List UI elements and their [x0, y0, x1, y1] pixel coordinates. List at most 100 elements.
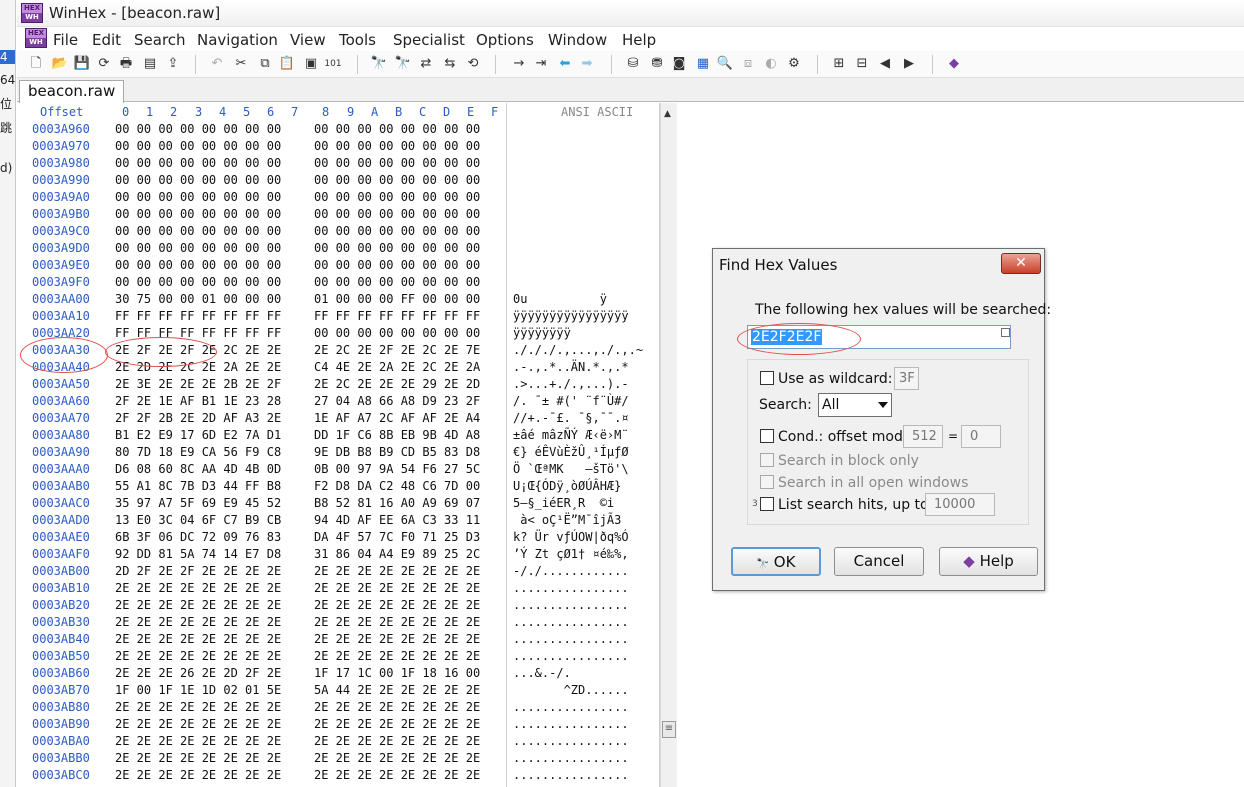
hex-row[interactable]: 0003AB50 2E 2E 2E 2E 2E 2E 2E 2E 2E 2E 2E …: [17, 648, 660, 665]
help-book-icon[interactable]: ◆: [945, 55, 963, 73]
hex-row[interactable]: 0003A9F0 00 00 00 00 00 00 00 00 00 00 00 …: [17, 274, 660, 291]
forward-icon[interactable]: ➡: [578, 55, 596, 73]
menu-view[interactable]: View: [290, 31, 326, 49]
hex-row[interactable]: 0003AB70 1F 00 1F 1E 1D 02 01 5E 5A 44 2E …: [17, 682, 660, 699]
list-hits-checkbox[interactable]: [760, 497, 774, 511]
input-history-button[interactable]: [1001, 328, 1010, 337]
hex-row[interactable]: 0003AA20 FF FF FF FF FF FF FF FF 00 00 00 …: [17, 325, 660, 342]
print-icon[interactable]: 🖶: [117, 55, 135, 73]
menu-file[interactable]: File: [53, 31, 78, 49]
hex-row[interactable]: 0003A9E0 00 00 00 00 00 00 00 00 00 00 00 …: [17, 257, 660, 274]
menu-window[interactable]: Window: [548, 31, 607, 49]
hex-row[interactable]: 0003AAC0 35 97 A7 5F 69 E9 45 52 B8 52 81 …: [17, 495, 660, 512]
cut-icon[interactable]: ✂: [232, 55, 250, 73]
menu-tools[interactable]: Tools: [339, 31, 376, 49]
hex-row[interactable]: 0003A970 00 00 00 00 00 00 00 00 00 00 00 …: [17, 138, 660, 155]
replace-text-icon[interactable]: ⇄: [417, 55, 435, 73]
hex-row[interactable]: 0003AB00 2D 2F 2E 2F 2E 2E 2E 2E 2E 2E 2E …: [17, 563, 660, 580]
hex-row[interactable]: 0003AA50 2E 3E 2E 2E 2E 2B 2E 2F 2E 2C 2E …: [17, 376, 660, 393]
hex-editor-view[interactable]: Offset 0 1 2 3 4 5 6 7 8 9 A B C D E F A…: [17, 103, 660, 787]
hex-row[interactable]: 0003AB60 2E 2E 2E 26 2E 2D 2F 2E 1F 17 1C …: [17, 665, 660, 682]
cond-offset-checkbox[interactable]: [760, 429, 774, 443]
cancel-button[interactable]: Cancel: [834, 547, 924, 576]
binary-icon[interactable]: 101: [324, 55, 342, 73]
hex-row[interactable]: 0003A9D0 00 00 00 00 00 00 00 00 00 00 00 …: [17, 240, 660, 257]
hex-row[interactable]: 0003AA60 2F 2E 1E AF B1 1E 23 28 27 04 A8 …: [17, 393, 660, 410]
hex-row[interactable]: 0003A9C0 00 00 00 00 00 00 00 00 00 00 00 …: [17, 223, 660, 240]
back-icon[interactable]: ⬅: [556, 55, 574, 73]
ok-button[interactable]: 🔭 OK: [731, 547, 821, 576]
grid-icon[interactable]: ⊞: [830, 55, 848, 73]
hex-row[interactable]: 0003AB10 2E 2E 2E 2E 2E 2E 2E 2E 2E 2E 2E …: [17, 580, 660, 597]
menu-search[interactable]: Search: [134, 31, 186, 49]
go-to-sector-icon[interactable]: ⇥: [532, 55, 550, 73]
replace-hex-icon[interactable]: ⇆: [441, 55, 459, 73]
copy-icon[interactable]: ⧉: [256, 55, 274, 73]
hex-row[interactable]: 0003AA40 2E 2D 2E 2C 2E 2A 2E 2E C4 4E 2E …: [17, 359, 660, 376]
wildcard-field[interactable]: 3F: [894, 367, 919, 390]
hash-icon[interactable]: ◐: [762, 55, 780, 73]
menu-edit[interactable]: Edit: [92, 31, 121, 49]
save-icon[interactable]: 💾: [73, 55, 91, 73]
hex-row[interactable]: 0003AAD0 13 E0 3C 04 6F C7 B9 CB 94 4D AF …: [17, 512, 660, 529]
calculator-icon[interactable]: ▦: [694, 55, 712, 73]
disk-tool-icon[interactable]: ◙: [670, 55, 688, 73]
properties-icon[interactable]: ▤: [141, 55, 159, 73]
clone-disk-icon[interactable]: ⛃: [648, 55, 666, 73]
new-file-icon[interactable]: 🗋: [27, 55, 45, 73]
hex-row[interactable]: 0003AA80 B1 E2 E9 17 6D E2 7A D1 DD 1F C6 …: [17, 427, 660, 444]
menu-options[interactable]: Options: [476, 31, 534, 49]
hex-row[interactable]: 0003ABC0 2E 2E 2E 2E 2E 2E 2E 2E 2E 2E 2E …: [17, 767, 660, 784]
tab-beacon-raw[interactable]: beacon.raw: [19, 80, 125, 103]
hex-row[interactable]: 0003AA90 80 7D 18 E9 CA 56 F9 C8 9E DB B8 …: [17, 444, 660, 461]
hex-row[interactable]: 0003AA70 2F 2F 2B 2E 2D AF A3 2E 1E AF A7 …: [17, 410, 660, 427]
offset-mod-field[interactable]: 512: [903, 425, 943, 448]
hex-row[interactable]: 0003AAA0 D6 08 60 8C AA 4D 4B 0D 0B 00 97 …: [17, 461, 660, 478]
search-scope-select[interactable]: All: [818, 393, 892, 417]
hex-row[interactable]: 0003A990 00 00 00 00 00 00 00 00 00 00 00 …: [17, 172, 660, 189]
analyze-icon[interactable]: 🔍: [716, 55, 734, 73]
hex-row[interactable]: 0003AA00 30 75 00 00 01 00 00 00 01 00 00 …: [17, 291, 660, 308]
hex-row[interactable]: 0003A9A0 00 00 00 00 00 00 00 00 00 00 00 …: [17, 189, 660, 206]
gear-icon[interactable]: ⚙: [785, 55, 803, 73]
prev-marker-icon[interactable]: ◀: [876, 55, 894, 73]
find-text-icon[interactable]: 🔭: [370, 55, 388, 73]
open-file-icon[interactable]: 📂: [51, 55, 69, 73]
block-only-checkbox[interactable]: [760, 453, 774, 467]
execute-icon[interactable]: ⇪: [164, 55, 182, 73]
hex-row[interactable]: 0003AB30 2E 2E 2E 2E 2E 2E 2E 2E 2E 2E 2E …: [17, 614, 660, 631]
write-clipboard-icon[interactable]: ▣: [302, 55, 320, 73]
hex-row[interactable]: 0003AB40 2E 2E 2E 2E 2E 2E 2E 2E 2E 2E 2E …: [17, 631, 660, 648]
hex-row[interactable]: 0003A9B0 00 00 00 00 00 00 00 00 00 00 00 …: [17, 206, 660, 223]
hex-row[interactable]: 0003AA10 FF FF FF FF FF FF FF FF FF FF FF …: [17, 308, 660, 325]
hex-row[interactable]: 0003A960 00 00 00 00 00 00 00 00 00 00 00 …: [17, 121, 660, 138]
hex-row[interactable]: 0003AAE0 6B 3F 06 DC 72 09 76 83 DA 4F 57 …: [17, 529, 660, 546]
hex-row[interactable]: 0003AAF0 92 DD 81 5A 74 14 E7 D8 31 86 04 …: [17, 546, 660, 563]
save-as-icon[interactable]: ⟳: [95, 55, 113, 73]
help-button[interactable]: ◆ Help: [939, 547, 1038, 576]
hex-row[interactable]: 0003A980 00 00 00 00 00 00 00 00 00 00 00 …: [17, 155, 660, 172]
hits-limit-field[interactable]: 10000: [925, 493, 995, 516]
hex-row[interactable]: 0003ABB0 2E 2E 2E 2E 2E 2E 2E 2E 2E 2E 2E …: [17, 750, 660, 767]
find-hex-icon[interactable]: 🔭: [394, 55, 412, 73]
menu-help[interactable]: Help: [622, 31, 656, 49]
close-button[interactable]: ✕: [1001, 253, 1041, 274]
scroll-up-icon[interactable]: ▲: [664, 109, 671, 119]
vertical-scrollbar[interactable]: ▲ ≡: [660, 103, 677, 787]
offset-remainder-field[interactable]: 0: [961, 425, 1001, 448]
go-to-offset-icon[interactable]: →: [510, 55, 528, 73]
hex-row[interactable]: 0003AB80 2E 2E 2E 2E 2E 2E 2E 2E 2E 2E 2E …: [17, 699, 660, 716]
hex-row[interactable]: 0003AAB0 55 A1 8C 7B D3 44 FF B8 F2 D8 DA …: [17, 478, 660, 495]
menu-specialist[interactable]: Specialist: [393, 31, 465, 49]
next-marker-icon[interactable]: ▶: [900, 55, 918, 73]
open-disk-icon[interactable]: ⛁: [624, 55, 642, 73]
document-menu-icon[interactable]: HEX WH: [25, 28, 47, 48]
table-icon[interactable]: ⊟: [853, 55, 871, 73]
hex-row[interactable]: 0003ABA0 2E 2E 2E 2E 2E 2E 2E 2E 2E 2E 2E …: [17, 733, 660, 750]
hex-row[interactable]: 0003AB20 2E 2E 2E 2E 2E 2E 2E 2E 2E 2E 2E …: [17, 597, 660, 614]
compare-icon[interactable]: ⧈: [739, 55, 757, 73]
all-windows-checkbox[interactable]: [760, 475, 774, 489]
menu-navigation[interactable]: Navigation: [197, 31, 278, 49]
undo-icon[interactable]: ↶: [208, 55, 226, 73]
wildcard-checkbox[interactable]: [760, 371, 774, 385]
